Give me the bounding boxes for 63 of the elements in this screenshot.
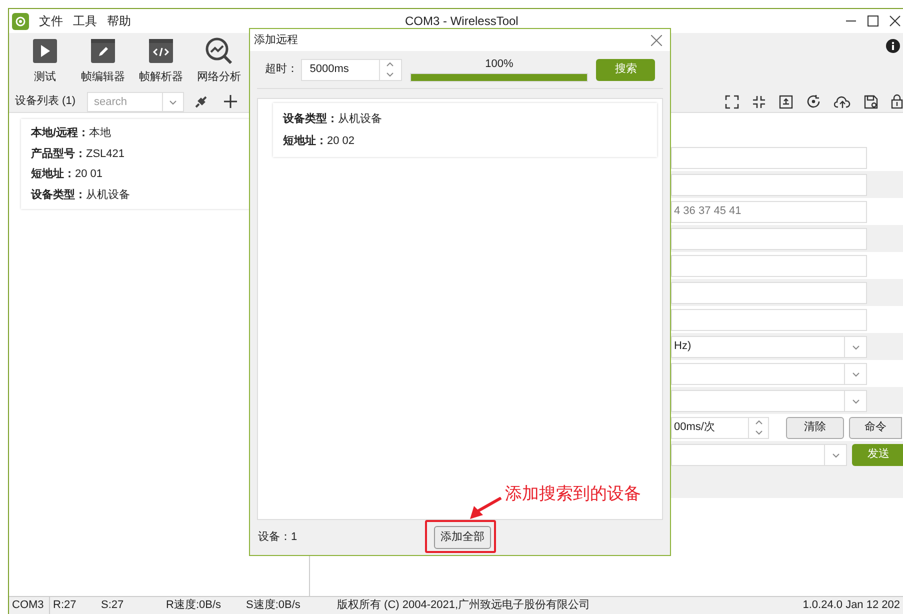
device-info-line: 短地址：20 02: [283, 134, 356, 148]
expand-icon[interactable]: [725, 94, 739, 108]
device-info-line: 短地址：20 01: [31, 166, 104, 182]
search-field[interactable]: search: [87, 92, 163, 112]
status-text: S速度:0B/s: [245, 598, 302, 614]
highlight-frame: [425, 520, 496, 553]
lock-icon[interactable]: [891, 94, 903, 109]
import-icon[interactable]: [779, 94, 793, 108]
device-info-line: 产品型号：ZSL421: [31, 146, 126, 162]
toolbar-label[interactable]: 帧编辑器: [81, 69, 125, 86]
command-button[interactable]: 命令: [849, 416, 902, 438]
device-list-title: 设备列表 (1): [15, 94, 76, 110]
status-text: 版权所有 (C) 2004-2021,广州致远电子股份有限公司: [336, 598, 592, 614]
annotation-text: 添加搜索到的设备: [505, 483, 641, 505]
toolbar-label[interactable]: 测试: [34, 69, 56, 86]
play-icon[interactable]: [31, 37, 59, 65]
compress-icon[interactable]: [752, 94, 766, 108]
input-field[interactable]: 4 36 37 45 41: [671, 200, 867, 222]
app-logo-icon: [12, 12, 29, 30]
close-icon[interactable]: [889, 15, 901, 27]
menu-item[interactable]: 工具: [73, 12, 97, 30]
code-icon[interactable]: [147, 37, 175, 65]
status-text: S:27: [100, 598, 125, 614]
device-info-line: 设备类型：从机设备: [31, 188, 131, 202]
menu-item[interactable]: 帮助: [107, 12, 131, 30]
add-icon[interactable]: [224, 95, 237, 108]
input-field[interactable]: [671, 228, 867, 250]
timeout-spinner[interactable]: 5000ms: [300, 58, 402, 80]
device-info-line: 设备类型：从机设备: [283, 112, 383, 127]
toolbar-label[interactable]: 网络分析: [197, 69, 241, 86]
dialog-title: 添加远程: [254, 32, 298, 48]
status-text: COM3: [9, 597, 50, 614]
input-field[interactable]: [671, 308, 867, 330]
input-field[interactable]: [671, 254, 867, 276]
status-text: 1.0.24.0 Jan 12 202: [802, 598, 901, 614]
device-card[interactable]: 本地/远程：本地 产品型号：ZSL421 短地址：20 01 设备类型：从机设备: [21, 119, 250, 209]
info-icon[interactable]: [886, 39, 900, 53]
device-count: 设备：1: [258, 530, 298, 546]
refresh-icon[interactable]: [806, 94, 821, 109]
magnifier-chart-icon[interactable]: [205, 37, 233, 65]
cloud-upload-icon[interactable]: [834, 94, 851, 108]
menu-item[interactable]: 文件: [39, 12, 63, 30]
input-field[interactable]: [671, 146, 867, 168]
maximize-icon[interactable]: [867, 15, 879, 27]
status-text: R速度:0B/s: [165, 598, 222, 614]
input-field[interactable]: [671, 174, 867, 196]
status-text: R:27: [52, 598, 78, 614]
input-field[interactable]: [671, 282, 867, 304]
add-all-button[interactable]: 添加全部: [434, 526, 491, 549]
toolbar-label[interactable]: 帧解析器: [139, 69, 183, 86]
dropdown-button[interactable]: [163, 92, 184, 112]
annotation-arrow: [468, 497, 502, 520]
clear-button[interactable]: 清除: [786, 416, 844, 438]
window-title: COM3 - WirelessTool: [405, 13, 518, 30]
progress-percent: 100%: [485, 57, 514, 71]
timeout-label: 超时：: [265, 62, 299, 78]
plug-icon[interactable]: [194, 94, 208, 108]
pencil-icon[interactable]: [89, 37, 117, 65]
device-info-line: 本地/远程：本地: [31, 126, 112, 141]
save-icon[interactable]: [864, 94, 878, 108]
combo-box[interactable]: Hz): [671, 336, 867, 358]
result-card[interactable]: 设备类型：从机设备 短地址：20 02: [273, 103, 657, 157]
interval-spinner[interactable]: 00ms/次: [671, 416, 769, 438]
